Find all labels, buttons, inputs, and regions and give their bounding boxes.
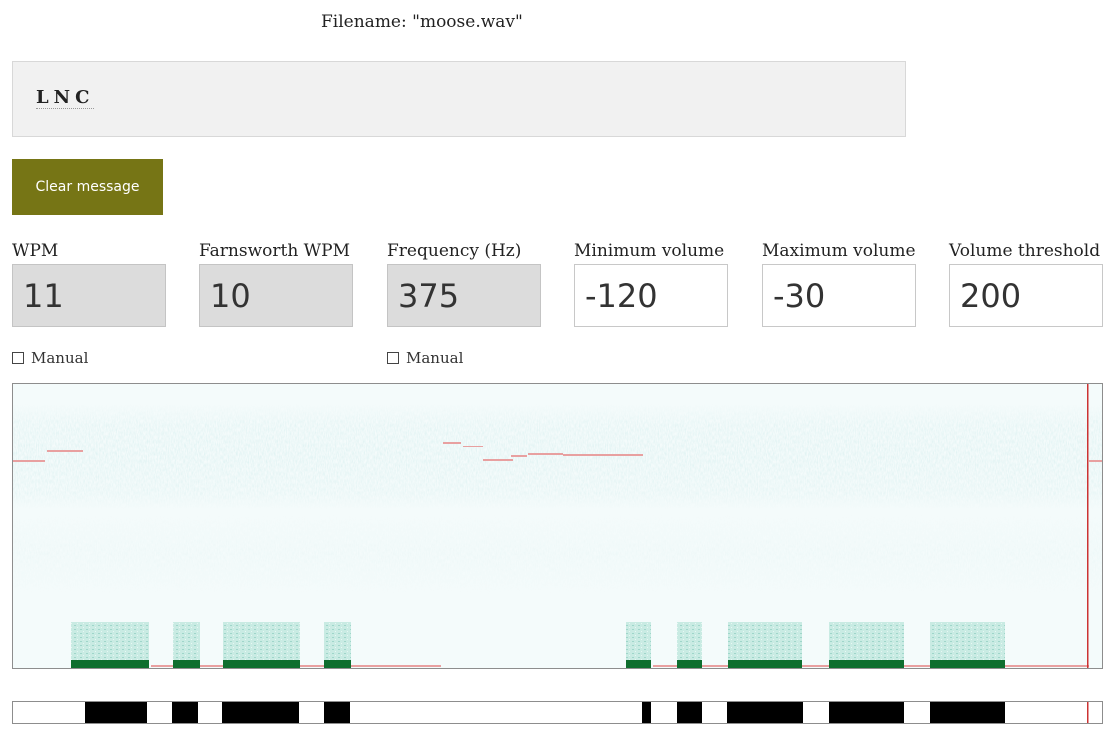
frequency-manual-label: Manual [406,349,464,367]
farnsworth-wpm-label: Farnsworth WPM [199,241,350,261]
maximum-volume-input[interactable] [762,264,916,327]
minimum-volume-field: Minimum volume [574,240,728,327]
maximum-volume-field: Maximum volume [762,240,916,327]
volume-threshold-input[interactable] [949,264,1103,327]
minimum-volume-input[interactable] [574,264,728,327]
farnsworth-wpm-input[interactable] [199,264,353,327]
wpm-manual-checkbox[interactable] [12,352,24,364]
volume-threshold-label: Volume threshold [949,241,1101,261]
decoded-message-box: LNC [12,61,906,137]
clear-message-button[interactable]: Clear message [12,159,163,215]
minimum-volume-label: Minimum volume [574,241,725,261]
timeline-marks [85,702,1005,723]
frequency-input[interactable] [387,264,541,327]
wpm-label: WPM [12,241,59,261]
maximum-volume-label: Maximum volume [762,241,916,261]
frequency-manual-toggle[interactable]: Manual [387,349,463,367]
spectrogram[interactable] [12,383,1103,669]
timeline-canvas [85,702,1089,723]
spectrogram-playhead [1087,384,1089,668]
morse-timeline[interactable] [12,701,1103,724]
frequency-manual-checkbox[interactable] [387,352,399,364]
wpm-input[interactable] [12,264,166,327]
farnsworth-wpm-field: Farnsworth WPM [199,240,353,327]
spectrogram-canvas [13,384,1102,668]
filename-label: Filename: "moose.wav" [321,12,523,32]
wpm-manual-label: Manual [31,349,89,367]
volume-threshold-field: Volume threshold [949,240,1103,327]
frequency-field: Frequency (Hz) [387,240,541,327]
wpm-manual-toggle[interactable]: Manual [12,349,88,367]
decoded-message-text: LNC [36,87,95,109]
frequency-label: Frequency (Hz) [387,241,522,261]
timeline-playhead [1087,702,1089,723]
wpm-field: WPM [12,240,166,327]
